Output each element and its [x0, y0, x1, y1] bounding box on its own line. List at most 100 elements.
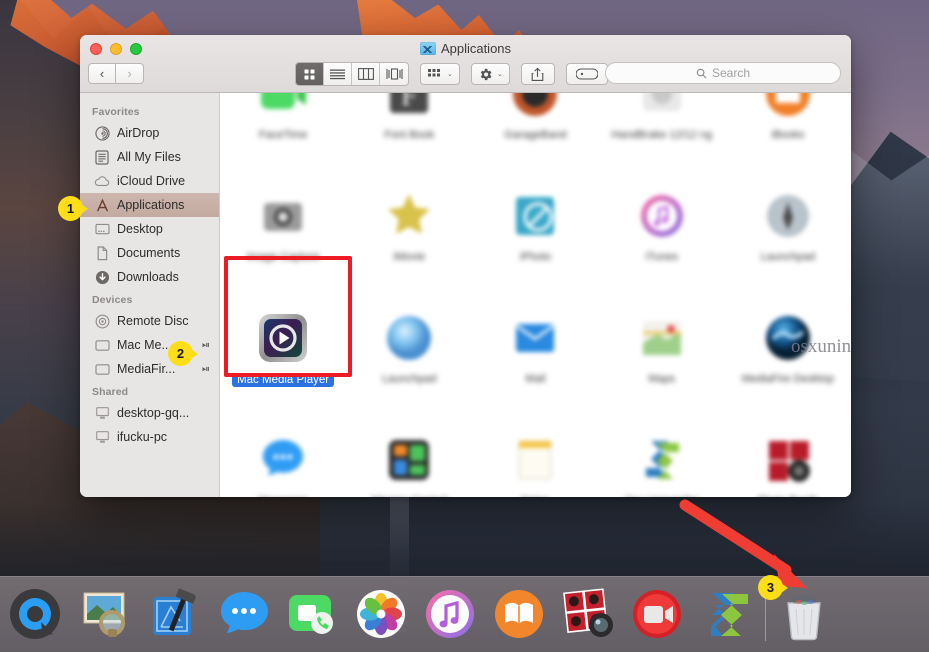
dock-item-photo-booth[interactable] — [556, 582, 622, 648]
messages-icon — [263, 440, 304, 476]
sidebar-item-mac-drive[interactable]: Mac Me... ⏯ — [80, 333, 219, 357]
finder-window[interactable]: Applications ‹ › ⌄ ⌄ Search Favorites Ai… — [80, 35, 851, 497]
grid-item-selected[interactable]: Mac Media Player — [220, 299, 346, 421]
grid-item[interactable]: Launchpad — [725, 177, 851, 299]
grid-item[interactable]: MediaFire Desktop — [725, 299, 851, 421]
dock-item-messages[interactable] — [211, 582, 277, 648]
sidebar-item-airdrop[interactable]: AirDrop — [80, 121, 219, 145]
dock-item-facetime[interactable] — [280, 582, 346, 648]
arrange-button[interactable]: ⌄ — [420, 63, 460, 85]
sidebar-item-documents[interactable]: Documents — [80, 241, 219, 265]
grid-item[interactable]: FaceTime — [220, 93, 346, 177]
nav-buttons[interactable]: ‹ › — [88, 63, 144, 84]
chevron-down-icon: ⌄ — [496, 71, 503, 78]
sidebar-item-label: Documents — [117, 246, 181, 260]
close-button[interactable] — [90, 43, 102, 55]
dock-item-itunes[interactable] — [418, 582, 484, 648]
fontbook-icon: F — [390, 93, 429, 113]
sidebar-item-downloads[interactable]: Downloads — [80, 265, 219, 289]
grid-item[interactable]: Mission Control — [346, 421, 472, 497]
quicktime-icon — [10, 588, 60, 639]
back-button[interactable]: ‹ — [88, 63, 116, 84]
action-gear-button[interactable]: ⌄ — [470, 63, 510, 85]
dock-item-photos[interactable] — [349, 582, 415, 648]
grid-item[interactable]: GarageBand — [472, 93, 598, 177]
sidebar-section-shared: Shared — [92, 386, 129, 398]
grid-item[interactable]: iBooks — [725, 93, 851, 177]
dock-item-ibooks[interactable] — [487, 582, 553, 648]
grid-item[interactable]: Mail — [472, 299, 598, 421]
sidebar-item-remote-disc[interactable]: Remote Disc — [80, 309, 219, 333]
toolbar[interactable]: ⌄ ⌄ — [295, 62, 608, 86]
launchpad-icon — [766, 195, 809, 237]
grid-item[interactable]: F Font Book — [346, 93, 472, 177]
shared-computer-icon — [94, 429, 110, 445]
eject-icon[interactable]: ⏯ — [202, 340, 210, 351]
grid-item-label: iTunes — [645, 251, 678, 263]
grid-item[interactable]: Image Capture — [220, 177, 346, 299]
grid-item[interactable]: iTunes — [599, 177, 725, 299]
osx-uninstaller-icon — [711, 592, 748, 636]
grid-item[interactable]: Messages — [220, 421, 346, 497]
marker-pointer — [778, 581, 788, 595]
coverflow-view-button[interactable] — [380, 63, 408, 85]
grid-item[interactable]: Photo Booth — [725, 421, 851, 497]
grid-item[interactable]: Notes — [472, 421, 598, 497]
grid-item[interactable]: iMovie — [346, 177, 472, 299]
dock-item-preview[interactable] — [73, 582, 139, 648]
grid-item-label: Messages — [258, 495, 308, 497]
zoom-button[interactable] — [130, 43, 142, 55]
sidebar-item-all-my-files[interactable]: All My Files — [80, 145, 219, 169]
window-controls[interactable] — [90, 43, 142, 55]
grid-item[interactable]: Osx Uninstaller — [599, 421, 725, 497]
grid-item[interactable]: Maps — [599, 299, 725, 421]
mail-icon — [516, 324, 555, 352]
dock-item-quicktime[interactable] — [4, 582, 70, 648]
dock-item-xcode[interactable] — [142, 582, 208, 648]
grid-item[interactable]: HandBrake 12/12 ng — [599, 93, 725, 177]
grid-item-label: iPhoto — [519, 251, 552, 263]
sidebar-item-mediafire-drive[interactable]: MediaFir... ⏯ — [80, 357, 219, 381]
sidebar-section-favorites: Favorites — [92, 106, 140, 118]
sidebar-item-desktop-gq[interactable]: desktop-gq... — [80, 401, 219, 425]
marker-3: 3 — [758, 575, 788, 600]
sidebar-item-label: desktop-gq... — [117, 406, 190, 420]
sidebar-item-desktop[interactable]: Desktop — [80, 217, 219, 241]
sidebar-item-icloud-drive[interactable]: iCloud Drive — [80, 169, 219, 193]
grid-item-label: Mac Media Player — [232, 373, 335, 387]
photos-icon — [357, 589, 405, 638]
facetime-icon — [289, 594, 333, 634]
grid-item-label: Launchpad — [760, 251, 816, 263]
dock-item-mac-media-player[interactable] — [625, 582, 691, 648]
icon-view-button[interactable] — [296, 63, 324, 85]
notes-icon — [518, 440, 552, 480]
share-button[interactable] — [520, 63, 555, 85]
sidebar-item-label: AirDrop — [117, 126, 160, 140]
column-view-button[interactable] — [352, 63, 380, 85]
media-player-icon — [633, 589, 681, 638]
grid-item[interactable]: Launchpad — [346, 299, 472, 421]
applications-icon — [94, 197, 110, 213]
grid-item-label: GarageBand — [504, 129, 567, 141]
sidebar-item-ifucku-pc[interactable]: ifucku-pc — [80, 425, 219, 449]
forward-button[interactable]: › — [116, 63, 144, 84]
dock-item-osx-uninstaller[interactable] — [694, 582, 760, 648]
pointer-arrow-icon — [679, 499, 808, 589]
applications-folder-icon — [419, 42, 436, 55]
chevron-down-icon: ⌄ — [447, 71, 453, 78]
grid-item[interactable]: iPhoto — [472, 177, 598, 299]
messages-icon — [221, 591, 268, 633]
tags-button[interactable] — [565, 63, 608, 85]
finder-titlebar[interactable]: Applications ‹ › ⌄ ⌄ Search — [80, 35, 851, 93]
list-view-button[interactable] — [324, 63, 352, 85]
sidebar[interactable]: Favorites AirDrop All My Files iCloud Dr… — [80, 93, 220, 497]
search-input[interactable]: Search — [605, 62, 841, 84]
grid-item-label: HandBrake 12/12 ng — [611, 129, 713, 141]
eject-icon[interactable]: ⏯ — [202, 364, 210, 375]
sidebar-item-applications[interactable]: Applications — [80, 193, 219, 217]
ibooks-icon — [765, 93, 810, 116]
view-mode-segmented-control[interactable] — [295, 62, 409, 86]
minimize-button[interactable] — [110, 43, 122, 55]
hard-drive-icon — [94, 337, 110, 353]
file-grid-area[interactable]: FaceTime F Font Book GarageBand HandBrak… — [220, 93, 851, 497]
